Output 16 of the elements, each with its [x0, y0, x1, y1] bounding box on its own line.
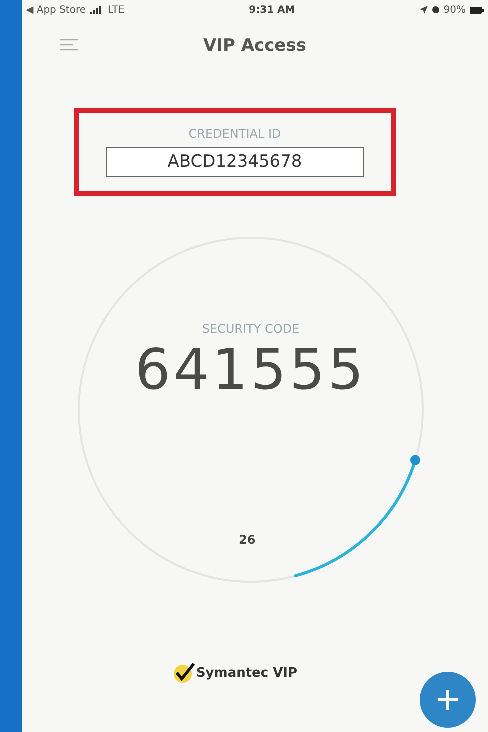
brand-name: Symantec VIP [196, 666, 298, 680]
security-code-label: SECURITY CODE [202, 322, 300, 336]
plus-icon [438, 690, 458, 710]
seconds-remaining: 26 [239, 533, 256, 547]
app-title: VIP Access [204, 36, 306, 56]
battery-percent: 90% [444, 4, 466, 16]
menu-icon[interactable] [60, 38, 78, 52]
security-code: 641555 [135, 338, 367, 403]
clock: 9:31 AM [249, 4, 296, 16]
network-label: LTE [108, 4, 125, 16]
credential-label: CREDENTIAL ID [188, 127, 282, 141]
battery-icon [470, 6, 484, 14]
location-arrow-icon [420, 6, 428, 14]
checkmark-logo-icon [172, 662, 196, 684]
credential-id-field: ABCD12345678 [106, 147, 364, 177]
back-to-app-label[interactable]: ◀ App Store [26, 4, 86, 16]
